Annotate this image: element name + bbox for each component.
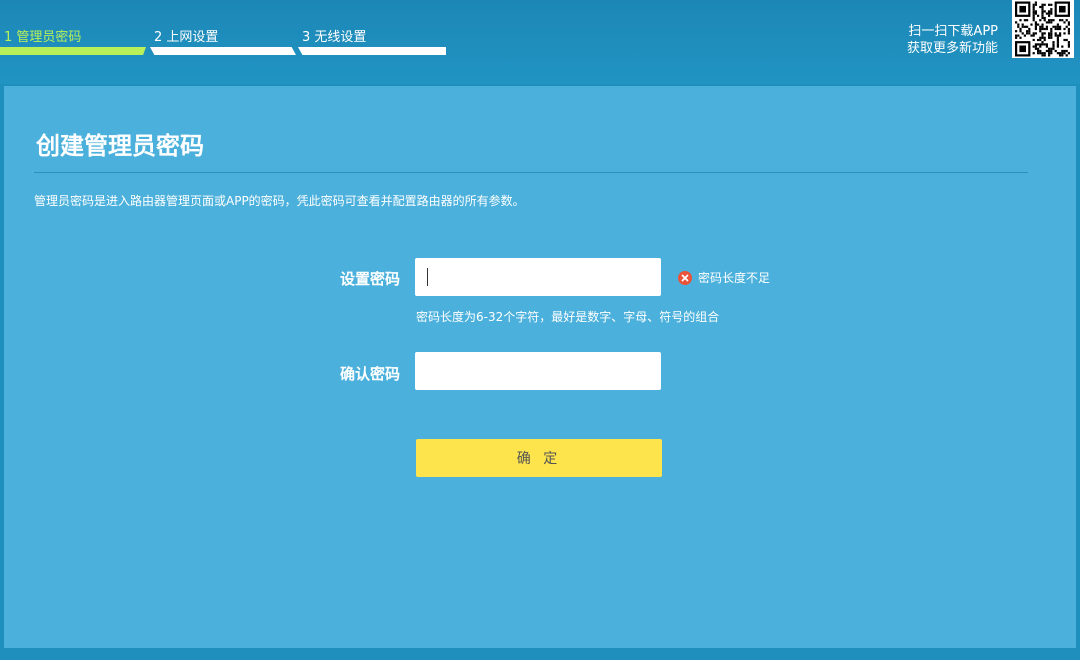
step-admin-password: 1 管理员密码	[0, 0, 148, 60]
password-error: 密码长度不足	[678, 269, 770, 286]
step-progress-bar	[298, 47, 446, 55]
app-download-promo: 扫一扫下载APP 获取更多新功能	[907, 23, 998, 57]
confirm-button[interactable]: 确 定	[416, 439, 662, 477]
text-caret	[427, 268, 428, 286]
error-icon	[678, 270, 692, 285]
step-label: 1 管理员密码	[4, 30, 82, 45]
step-progress-bar	[0, 47, 146, 55]
set-password-label: 设置密码	[339, 270, 400, 288]
confirm-password-label: 确认密码	[339, 365, 400, 383]
page-title: 创建管理员密码	[36, 132, 204, 160]
main-panel: 创建管理员密码 管理员密码是进入路由器管理页面或APP的密码，凭此密码可查看并配…	[4, 86, 1076, 648]
step-progress-bar	[150, 47, 296, 55]
title-divider	[34, 172, 1028, 173]
app-promo-line1: 扫一扫下载APP	[908, 24, 998, 39]
step-wireless-settings: 3 无线设置	[298, 0, 446, 60]
password-hint: 密码长度为6-32个字符，最好是数字、字母、符号的组合	[416, 310, 720, 324]
set-password-input[interactable]	[415, 258, 661, 296]
app-promo-line2: 获取更多新功能	[906, 41, 998, 56]
error-message: 密码长度不足	[698, 271, 771, 285]
step-label: 3 无线设置	[302, 30, 367, 45]
setup-steps: 1 管理员密码 2 上网设置 3 无线设置	[0, 0, 460, 60]
qr-code-icon	[1012, 0, 1074, 58]
step-internet-settings: 2 上网设置	[150, 0, 298, 60]
qr-code-graphic	[1015, 1, 1070, 57]
step-label: 2 上网设置	[154, 30, 219, 45]
top-bar: 1 管理员密码 2 上网设置 3 无线设置 扫一扫下载APP 获取更多新功能	[0, 0, 1080, 84]
page-description: 管理员密码是进入路由器管理页面或APP的密码，凭此密码可查看并配置路由器的所有参…	[34, 194, 525, 208]
confirm-password-input[interactable]	[415, 352, 661, 390]
